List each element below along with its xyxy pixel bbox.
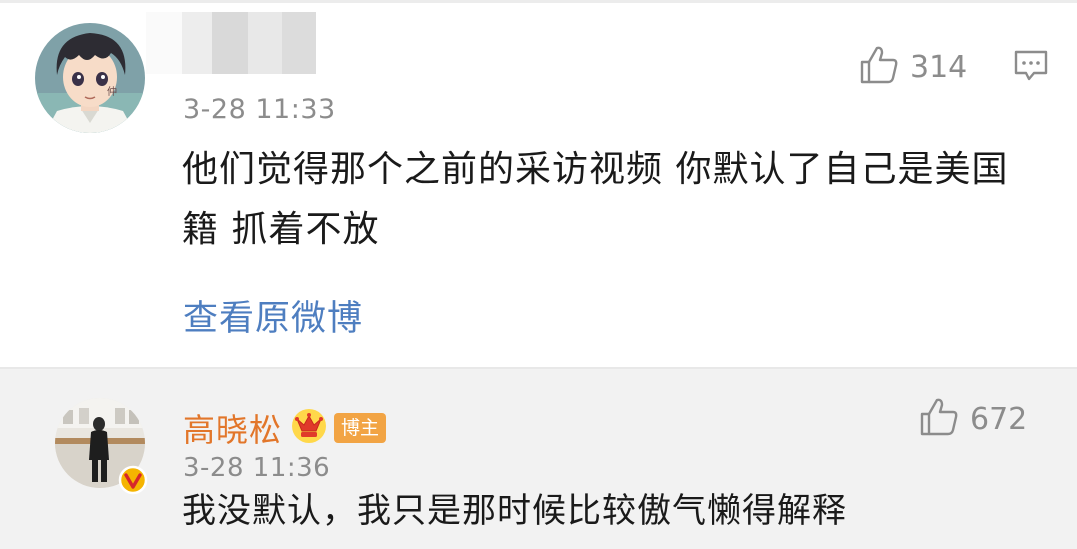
author-name[interactable]: 高晓松 xyxy=(183,405,282,451)
blurred-username xyxy=(146,12,316,74)
comment-time: 3-28 11:33 xyxy=(183,94,336,125)
thumbs-up-icon xyxy=(858,44,900,90)
like-button[interactable]: 672 xyxy=(918,396,1027,442)
reply-text: 我没默认，我只是那时候比较傲气懒得解释 xyxy=(182,491,847,531)
commenter-avatar[interactable]: 仲 xyxy=(35,23,145,133)
crown-icon xyxy=(290,407,328,449)
like-count: 672 xyxy=(970,401,1028,437)
author-row: 高晓松 博主 xyxy=(183,405,387,451)
blogger-badge: 博主 xyxy=(334,413,387,443)
like-button[interactable]: 314 xyxy=(858,44,967,90)
svg-text:仲: 仲 xyxy=(107,85,117,98)
view-original-link[interactable]: 查看原微博 xyxy=(183,290,363,341)
like-count: 314 xyxy=(910,49,968,85)
thumbs-up-icon xyxy=(918,396,960,442)
verified-v-icon xyxy=(118,465,148,499)
reply-comment-icon[interactable] xyxy=(1013,49,1049,87)
comment-text: 他们觉得那个之前的采访视频 你默认了自己是美国籍 抓着不放 xyxy=(182,149,1009,250)
reply-time: 3-28 11:36 xyxy=(183,453,331,483)
